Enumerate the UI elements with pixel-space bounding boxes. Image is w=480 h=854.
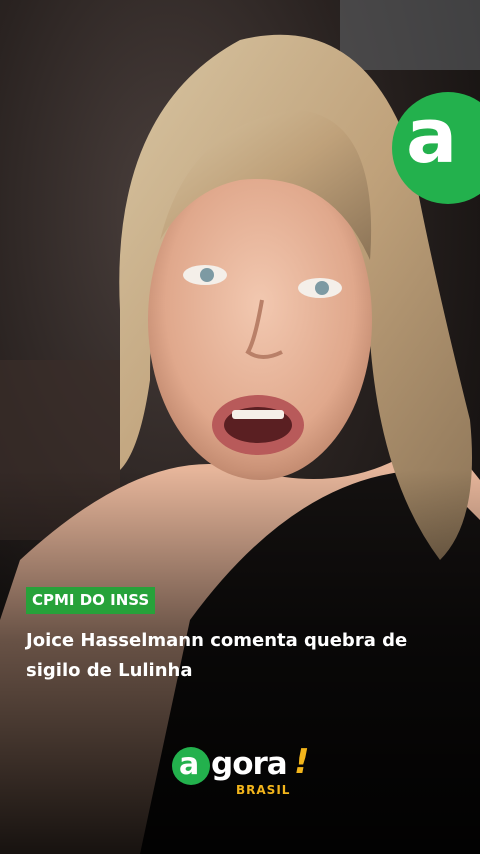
category-tag: CPMI DO INSS bbox=[26, 587, 156, 614]
brand-mark-letter: a bbox=[179, 747, 200, 782]
headline: Joice Hasselmann comenta quebra de sigil… bbox=[26, 630, 408, 681]
brand-wordmark: gora bbox=[211, 746, 288, 782]
brand-subtitle: BRASIL bbox=[236, 783, 291, 797]
brand-mark: a bbox=[172, 747, 210, 785]
brand-logo: a gora ! BRASIL bbox=[170, 742, 320, 802]
brand-exclamation: ! bbox=[294, 742, 310, 782]
corner-logo-letter: a bbox=[406, 91, 458, 180]
